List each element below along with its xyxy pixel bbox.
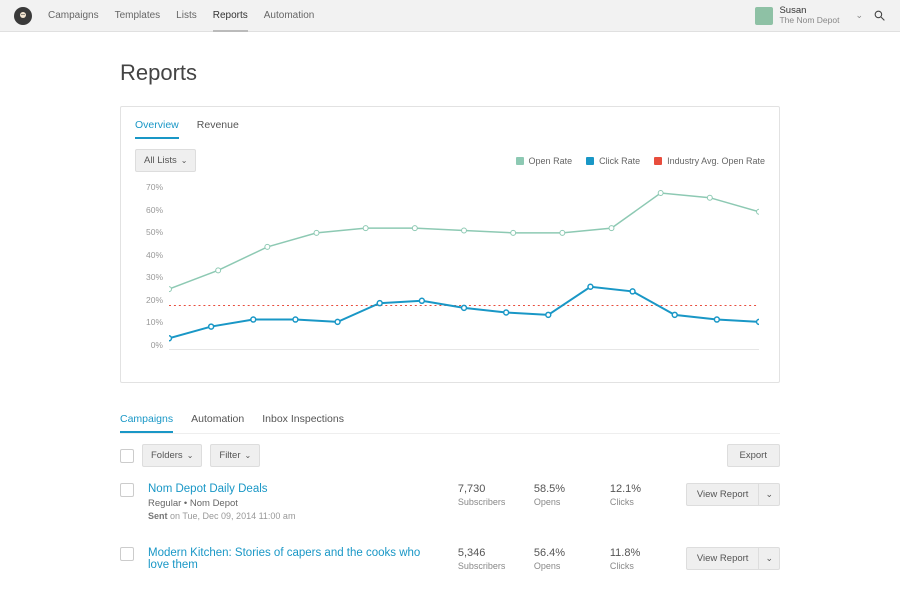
legend-swatch: [516, 157, 524, 165]
y-tick: 70%: [135, 182, 163, 192]
table-row: Modern Kitchen: Stories of capers and th…: [120, 531, 780, 581]
view-report-caret[interactable]: ⌄: [759, 547, 780, 570]
chart-header: All Lists ⌄ Open Rate Click Rate Industry …: [135, 149, 765, 172]
nav-templates[interactable]: Templates: [115, 1, 161, 30]
list-toolbar: Folders ⌄ Filter ⌄ Export: [120, 444, 780, 467]
list-tab-automation[interactable]: Automation: [191, 413, 244, 433]
chevron-down-icon: ⌄: [181, 156, 188, 165]
metric-clicks: 11.8%Clicks: [610, 547, 672, 571]
export-button[interactable]: Export: [727, 444, 780, 467]
tab-revenue[interactable]: Revenue: [197, 119, 239, 139]
user-menu[interactable]: Susan The Nom Depot ⌄: [755, 6, 863, 26]
campaign-title-link[interactable]: Nom Depot Daily Deals: [148, 483, 444, 495]
tab-overview[interactable]: Overview: [135, 119, 179, 139]
row-actions: View Report⌄: [686, 483, 780, 506]
folders-label: Folders: [151, 450, 183, 461]
y-tick: 10%: [135, 317, 163, 327]
row-checkbox[interactable]: [120, 483, 134, 497]
y-tick: 50%: [135, 227, 163, 237]
legend-item: Industry Avg. Open Rate: [654, 156, 765, 166]
search-icon[interactable]: [873, 9, 886, 22]
overview-card: Overview Revenue All Lists ⌄ Open Rate Cli…: [120, 106, 780, 383]
main-nav: Campaigns Templates Lists Reports Automation: [48, 1, 314, 30]
metric-subscribers: 7,730Subscribers: [458, 483, 520, 507]
campaign-rows: Nom Depot Daily Deals Regular • Nom Depot…: [120, 467, 780, 581]
row-actions: View Report⌄: [686, 547, 780, 570]
campaign-sent: Sent on Tue, Dec 09, 2014 11:00 am: [148, 511, 444, 521]
user-org: The Nom Depot: [779, 16, 839, 25]
filter-label: Filter: [219, 450, 240, 461]
nav-reports[interactable]: Reports: [213, 1, 248, 30]
metric-subscribers: 5,346Subscribers: [458, 547, 520, 571]
select-all-checkbox[interactable]: [120, 449, 134, 463]
avatar: [755, 7, 773, 25]
topbar-right: Susan The Nom Depot ⌄: [755, 6, 886, 26]
page: Reports Overview Revenue All Lists ⌄ Open…: [0, 32, 900, 601]
chart-legend: Open Rate Click Rate Industry Avg. Open Ra…: [516, 156, 765, 166]
y-tick: 30%: [135, 272, 163, 282]
metric-opens: 58.5%Opens: [534, 483, 596, 507]
dropdown-label: All Lists: [144, 155, 177, 166]
list-tab-inbox-inspections[interactable]: Inbox Inspections: [262, 413, 344, 433]
view-report-caret[interactable]: ⌄: [759, 483, 780, 506]
nav-automation[interactable]: Automation: [264, 1, 315, 30]
legend-swatch: [586, 157, 594, 165]
list-tabs: Campaigns Automation Inbox Inspections: [120, 413, 780, 434]
logo-icon[interactable]: [14, 7, 32, 25]
legend-label: Click Rate: [599, 156, 640, 166]
chevron-down-icon: ⌄: [245, 451, 252, 460]
list-tab-campaigns[interactable]: Campaigns: [120, 413, 173, 433]
list-filter-dropdown[interactable]: All Lists ⌄: [135, 149, 196, 172]
y-axis-labels: 70% 60% 50% 40% 30% 20% 10% 0%: [135, 182, 163, 350]
metric-clicks: 12.1%Clicks: [610, 483, 672, 507]
card-tabs: Overview Revenue: [135, 119, 765, 139]
folders-dropdown[interactable]: Folders ⌄: [142, 444, 202, 467]
chevron-down-icon: ⌄: [187, 451, 194, 460]
table-row: Nom Depot Daily Deals Regular • Nom Depot…: [120, 467, 780, 531]
y-tick: 0%: [135, 340, 163, 350]
filter-dropdown[interactable]: Filter ⌄: [210, 444, 260, 467]
campaign-subtitle: Regular • Nom Depot: [148, 498, 444, 509]
y-tick: 20%: [135, 295, 163, 305]
view-report-button[interactable]: View Report: [686, 483, 760, 506]
nav-campaigns[interactable]: Campaigns: [48, 1, 99, 30]
legend-label: Open Rate: [529, 156, 573, 166]
topbar: Campaigns Templates Lists Reports Automation…: [0, 0, 900, 32]
topbar-left: Campaigns Templates Lists Reports Automation: [14, 1, 314, 30]
legend-item: Open Rate: [516, 156, 573, 166]
plot-area: [169, 186, 759, 350]
chart: 70% 60% 50% 40% 30% 20% 10% 0%: [135, 182, 765, 362]
view-report-button[interactable]: View Report: [686, 547, 760, 570]
row-checkbox[interactable]: [120, 547, 134, 561]
y-tick: 40%: [135, 250, 163, 260]
legend-label: Industry Avg. Open Rate: [667, 156, 765, 166]
legend-swatch: [654, 157, 662, 165]
campaign-title-link[interactable]: Modern Kitchen: Stories of capers and th…: [148, 547, 444, 571]
y-tick: 60%: [135, 205, 163, 215]
page-title: Reports: [120, 60, 780, 86]
metric-opens: 56.4%Opens: [534, 547, 596, 571]
chevron-down-icon: ⌄: [855, 10, 863, 21]
legend-item: Click Rate: [586, 156, 640, 166]
nav-lists[interactable]: Lists: [176, 1, 197, 30]
